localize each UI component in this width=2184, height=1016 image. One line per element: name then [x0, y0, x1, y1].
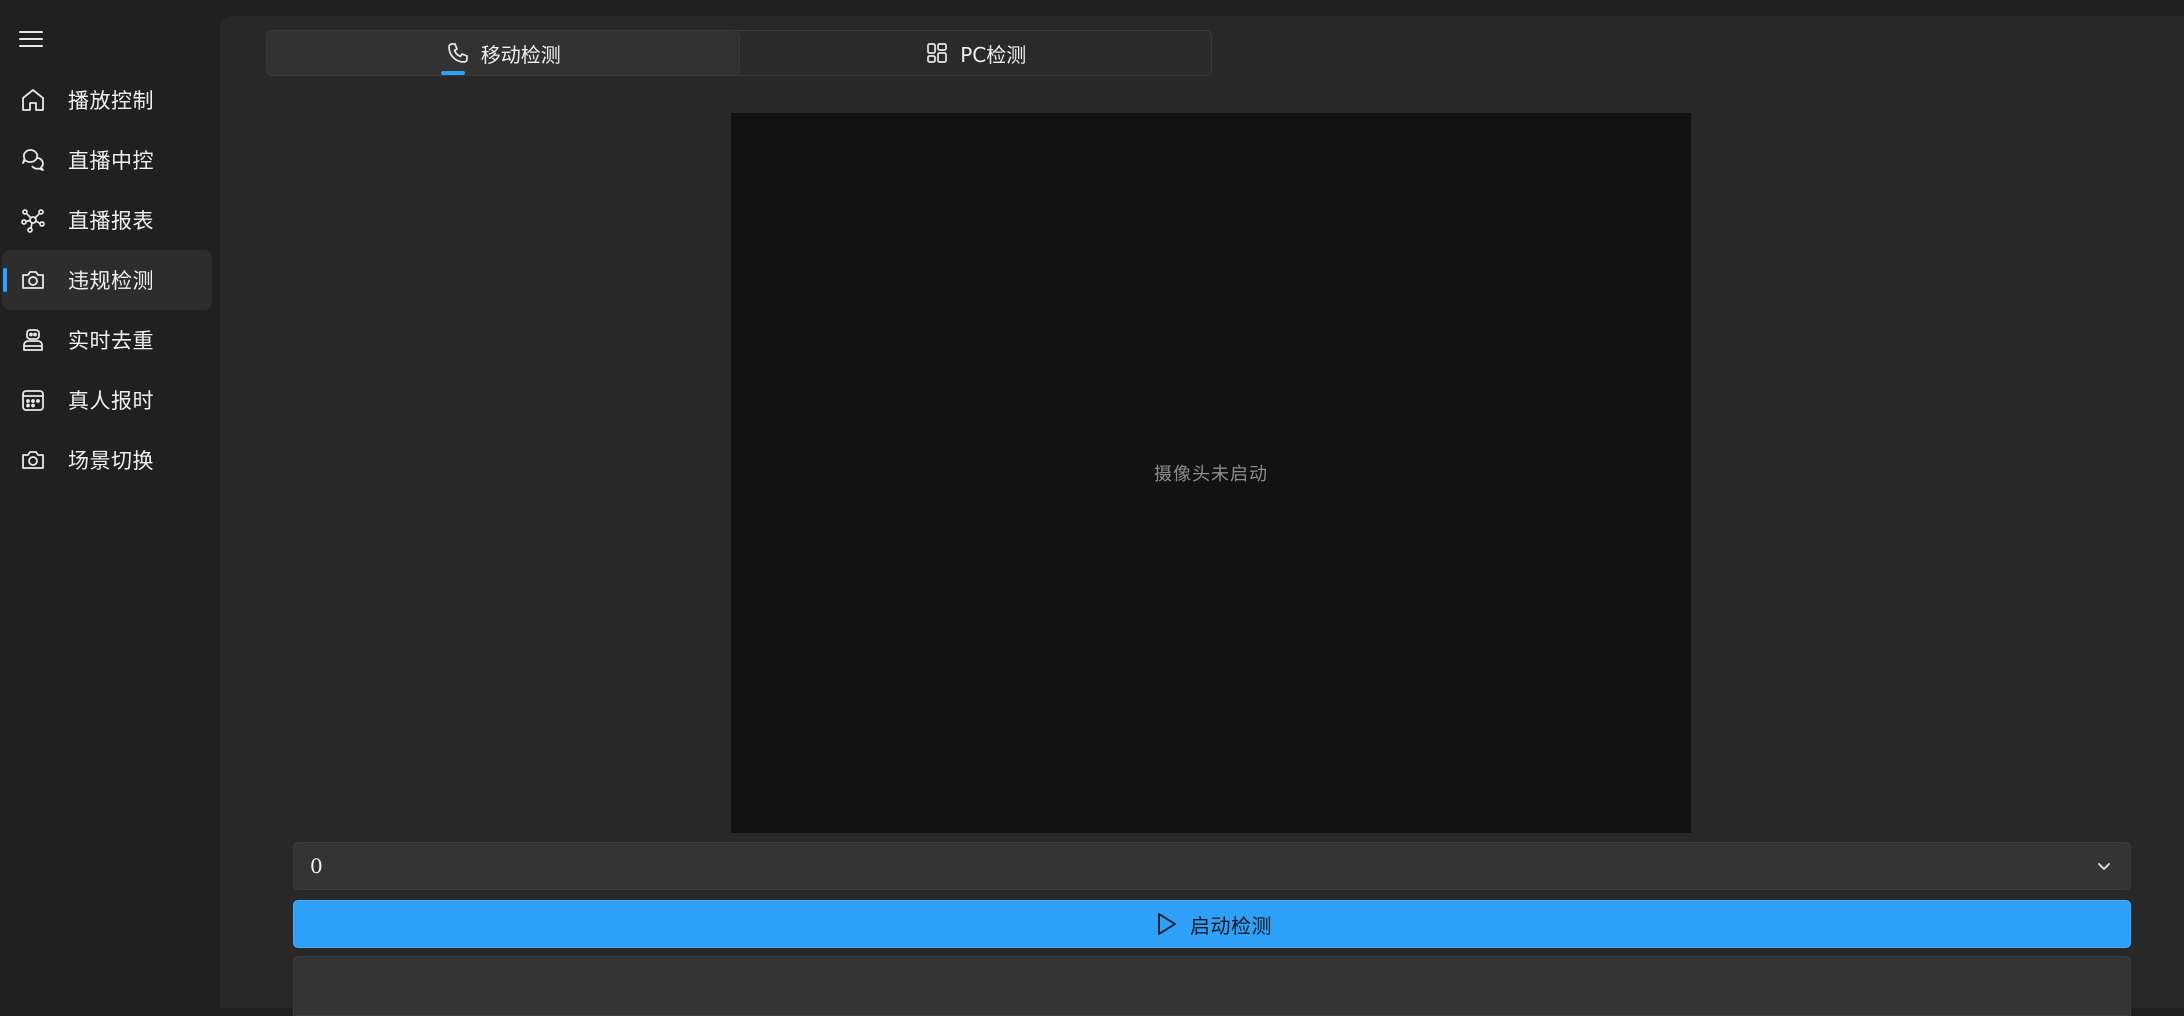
- detection-mode-tabs: 移动检测 PC检测: [266, 30, 1212, 76]
- sidebar-item-live-time-report[interactable]: 真人报时: [2, 370, 212, 430]
- camera-icon: [18, 265, 48, 295]
- robot-icon: [18, 325, 48, 355]
- camera-select-dropdown[interactable]: 0: [293, 842, 2131, 890]
- start-detection-label: 启动检测: [1190, 913, 1272, 938]
- sidebar-item-live-report[interactable]: 直播报表: [2, 190, 212, 250]
- tab-pc-detection[interactable]: PC检测: [740, 31, 1212, 75]
- sidebar-item-label: 实时去重: [68, 329, 154, 353]
- sidebar-item-label: 直播中控: [68, 149, 154, 173]
- start-detection-button[interactable]: 启动检测: [293, 900, 2131, 948]
- sidebar-item-live-control[interactable]: 直播中控: [2, 130, 212, 190]
- camera-select-value: 0: [310, 854, 323, 878]
- camera-icon: [18, 445, 48, 475]
- sidebar-item-playback-control[interactable]: 播放控制: [2, 70, 212, 130]
- phone-icon: [445, 40, 471, 66]
- hamburger-menu-icon[interactable]: [14, 22, 48, 56]
- play-icon: [1152, 910, 1180, 938]
- home-icon: [18, 85, 48, 115]
- nav-list: 播放控制 直播中控 直播报表 违规检测 实时去重 真人报时 场景切换: [0, 70, 220, 490]
- network-nodes-icon: [18, 205, 48, 235]
- sidebar-item-label: 直播报表: [68, 209, 154, 233]
- apps-grid-icon: [924, 40, 950, 66]
- detection-log-area[interactable]: [293, 956, 2131, 1016]
- sidebar: 播放控制 直播中控 直播报表 违规检测 实时去重 真人报时 场景切换: [0, 0, 220, 1008]
- sidebar-item-violation-detection[interactable]: 违规检测: [2, 250, 212, 310]
- chat-bubbles-icon: [18, 145, 48, 175]
- sidebar-item-realtime-dedup[interactable]: 实时去重: [2, 310, 212, 370]
- camera-preview: 摄像头未启动: [731, 113, 1691, 833]
- tab-mobile-detection[interactable]: 移动检测: [267, 31, 740, 75]
- sidebar-item-label: 场景切换: [68, 449, 154, 473]
- chevron-down-icon: [2094, 856, 2114, 876]
- sidebar-item-label: 播放控制: [68, 89, 154, 113]
- camera-status-text: 摄像头未启动: [1154, 464, 1268, 485]
- tab-label: 移动检测: [480, 42, 561, 67]
- sidebar-item-label: 真人报时: [68, 389, 154, 413]
- sidebar-item-scene-switch[interactable]: 场景切换: [2, 430, 212, 490]
- calendar-icon: [18, 385, 48, 415]
- main-panel: 移动检测 PC检测 摄像头未启动 0 启动检测: [220, 16, 2184, 1016]
- sidebar-item-label: 违规检测: [68, 269, 154, 293]
- tab-label: PC检测: [960, 42, 1027, 67]
